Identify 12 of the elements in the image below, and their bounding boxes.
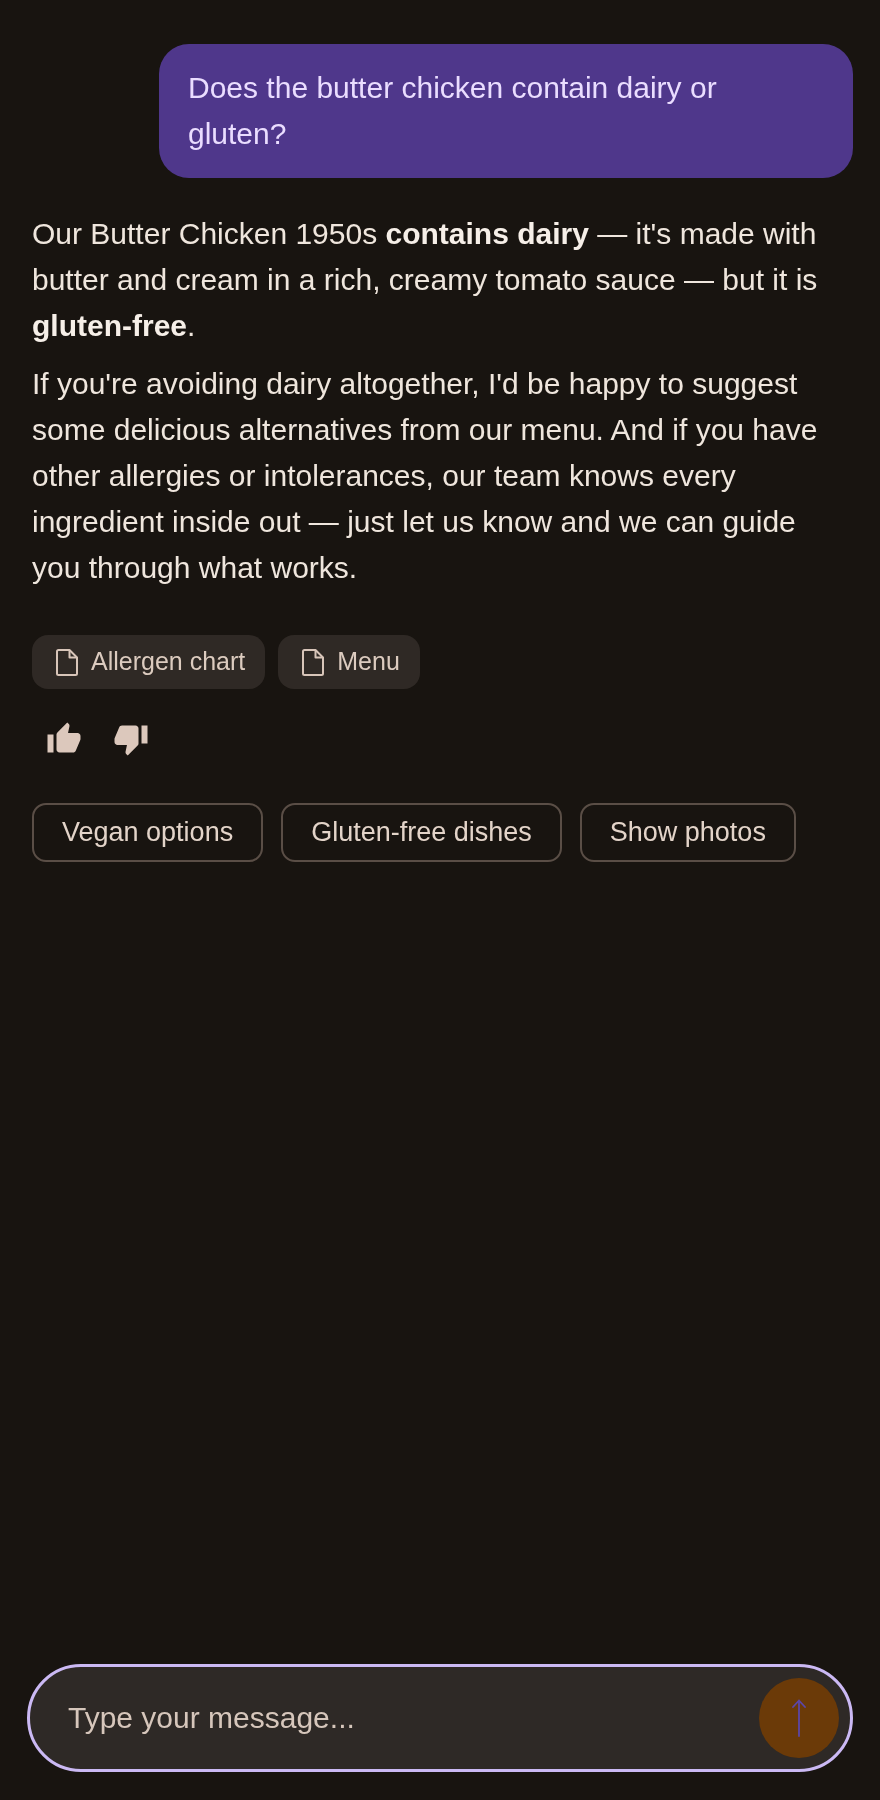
file-icon: [302, 648, 325, 676]
file-icon: [56, 648, 78, 676]
source-chip[interactable]: Allergen chart: [32, 635, 266, 689]
suggestion-chip[interactable]: Vegan options: [32, 803, 264, 862]
suggestion-chip[interactable]: Show photos: [579, 803, 796, 862]
source-chip[interactable]: Menu: [278, 635, 420, 689]
user-message-bubble: Does the butter chicken contain dairy or gluten?: [159, 44, 853, 178]
suggestion-chip[interactable]: Gluten-free dishes: [281, 803, 562, 862]
assistant-message-paragraph: Our Butter Chicken 1950s contains dairy — it's made with butter and cream in a rich, creamy tomato sauce — but it is gluten-free.: [32, 216, 819, 344]
message-input[interactable]: Type your message...: [27, 1664, 853, 1772]
assistant-message-paragraph: If you're avoiding dairy altogether, I'd be happy to suggest some delicious alternatives from our menu. And if you have other allergies or intolerances, our team knows every ingredient inside out — just let us know and we can guide you through what works.: [32, 366, 819, 586]
arrow-up-icon: [792, 1699, 806, 1737]
